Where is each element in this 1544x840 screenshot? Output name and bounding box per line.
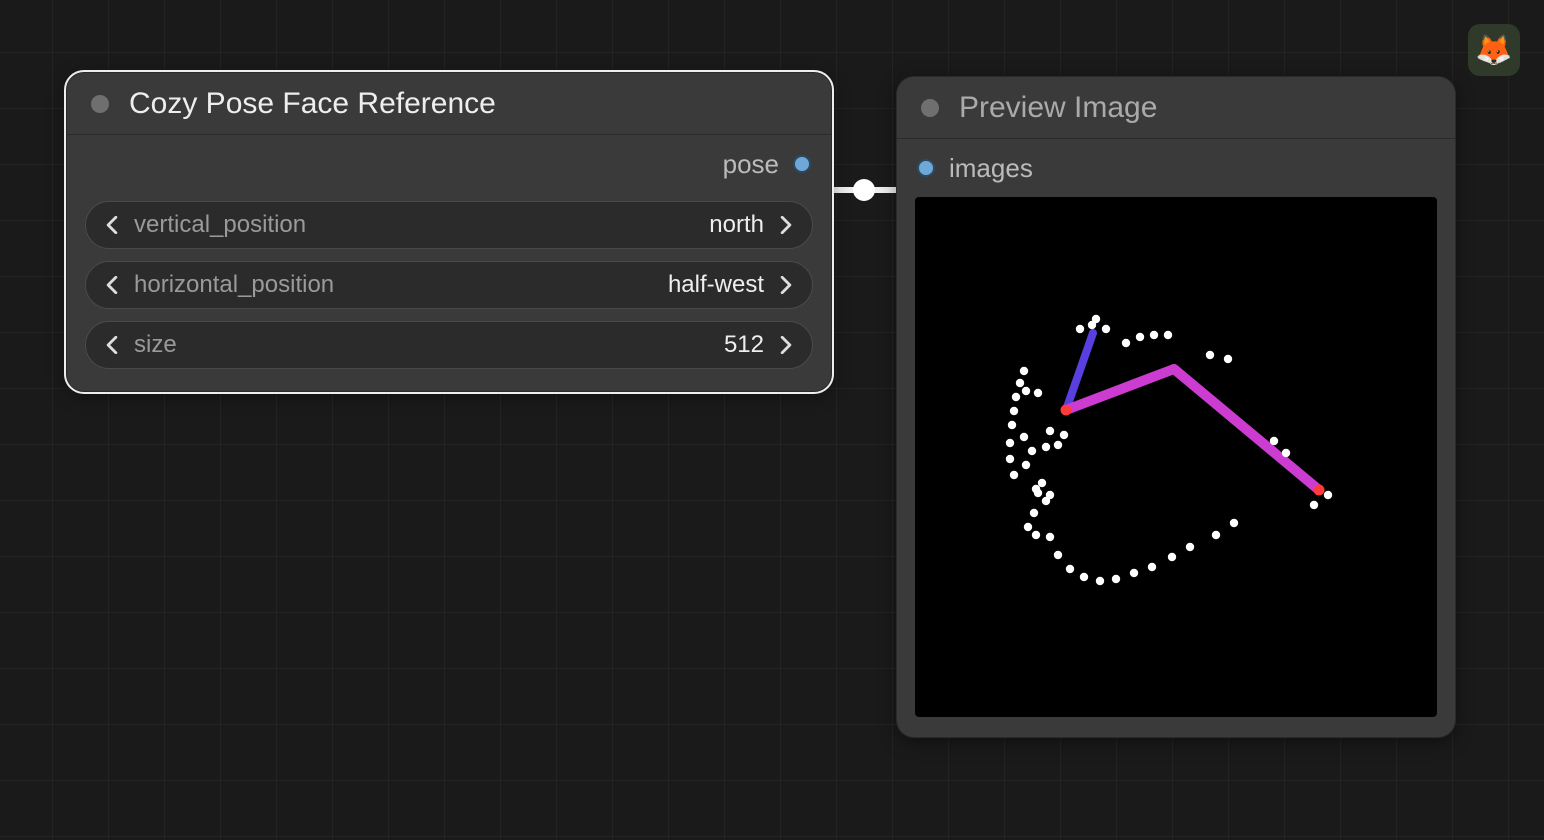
output-row-pose[interactable]: pose (67, 135, 831, 193)
node-canvas[interactable]: Cozy Pose Face Reference pose vertical_p… (0, 0, 1544, 840)
pose-render (915, 197, 1437, 717)
output-port-pose[interactable] (793, 155, 811, 173)
node-header[interactable]: Cozy Pose Face Reference (67, 73, 831, 135)
output-label: pose (723, 149, 779, 180)
widget-value: 512 (724, 331, 764, 359)
node-status-dot-icon (91, 95, 109, 113)
fox-emoji: 🦊 (1475, 33, 1512, 68)
wire-midpoint-handle[interactable] (853, 179, 875, 201)
node-title: Cozy Pose Face Reference (129, 87, 496, 121)
widget-vertical-position[interactable]: vertical_position north (85, 201, 813, 249)
widget-value: north (709, 211, 764, 239)
input-port-images[interactable] (917, 159, 935, 177)
fox-badge-icon[interactable]: 🦊 (1468, 24, 1520, 76)
chevron-left-icon[interactable] (98, 216, 126, 234)
preview-body (897, 197, 1455, 737)
chevron-left-icon[interactable] (98, 276, 126, 294)
chevron-right-icon[interactable] (772, 216, 800, 234)
node-title: Preview Image (959, 91, 1157, 125)
node-status-dot-icon (921, 99, 939, 117)
widget-label: horizontal_position (134, 271, 334, 299)
chevron-right-icon[interactable] (772, 336, 800, 354)
input-row-images[interactable]: images (897, 139, 1455, 197)
widget-stack: vertical_position north horizontal_posit… (67, 193, 831, 391)
chevron-left-icon[interactable] (98, 336, 126, 354)
node-header[interactable]: Preview Image (897, 77, 1455, 139)
input-label: images (949, 153, 1033, 184)
widget-label: vertical_position (134, 211, 306, 239)
widget-value: half-west (668, 271, 764, 299)
node-cozy-pose-face-reference[interactable]: Cozy Pose Face Reference pose vertical_p… (66, 72, 832, 392)
node-preview-image[interactable]: Preview Image images (896, 76, 1456, 738)
widget-horizontal-position[interactable]: horizontal_position half-west (85, 261, 813, 309)
widget-label: size (134, 331, 177, 359)
preview-image[interactable] (915, 197, 1437, 717)
widget-size[interactable]: size 512 (85, 321, 813, 369)
chevron-right-icon[interactable] (772, 276, 800, 294)
